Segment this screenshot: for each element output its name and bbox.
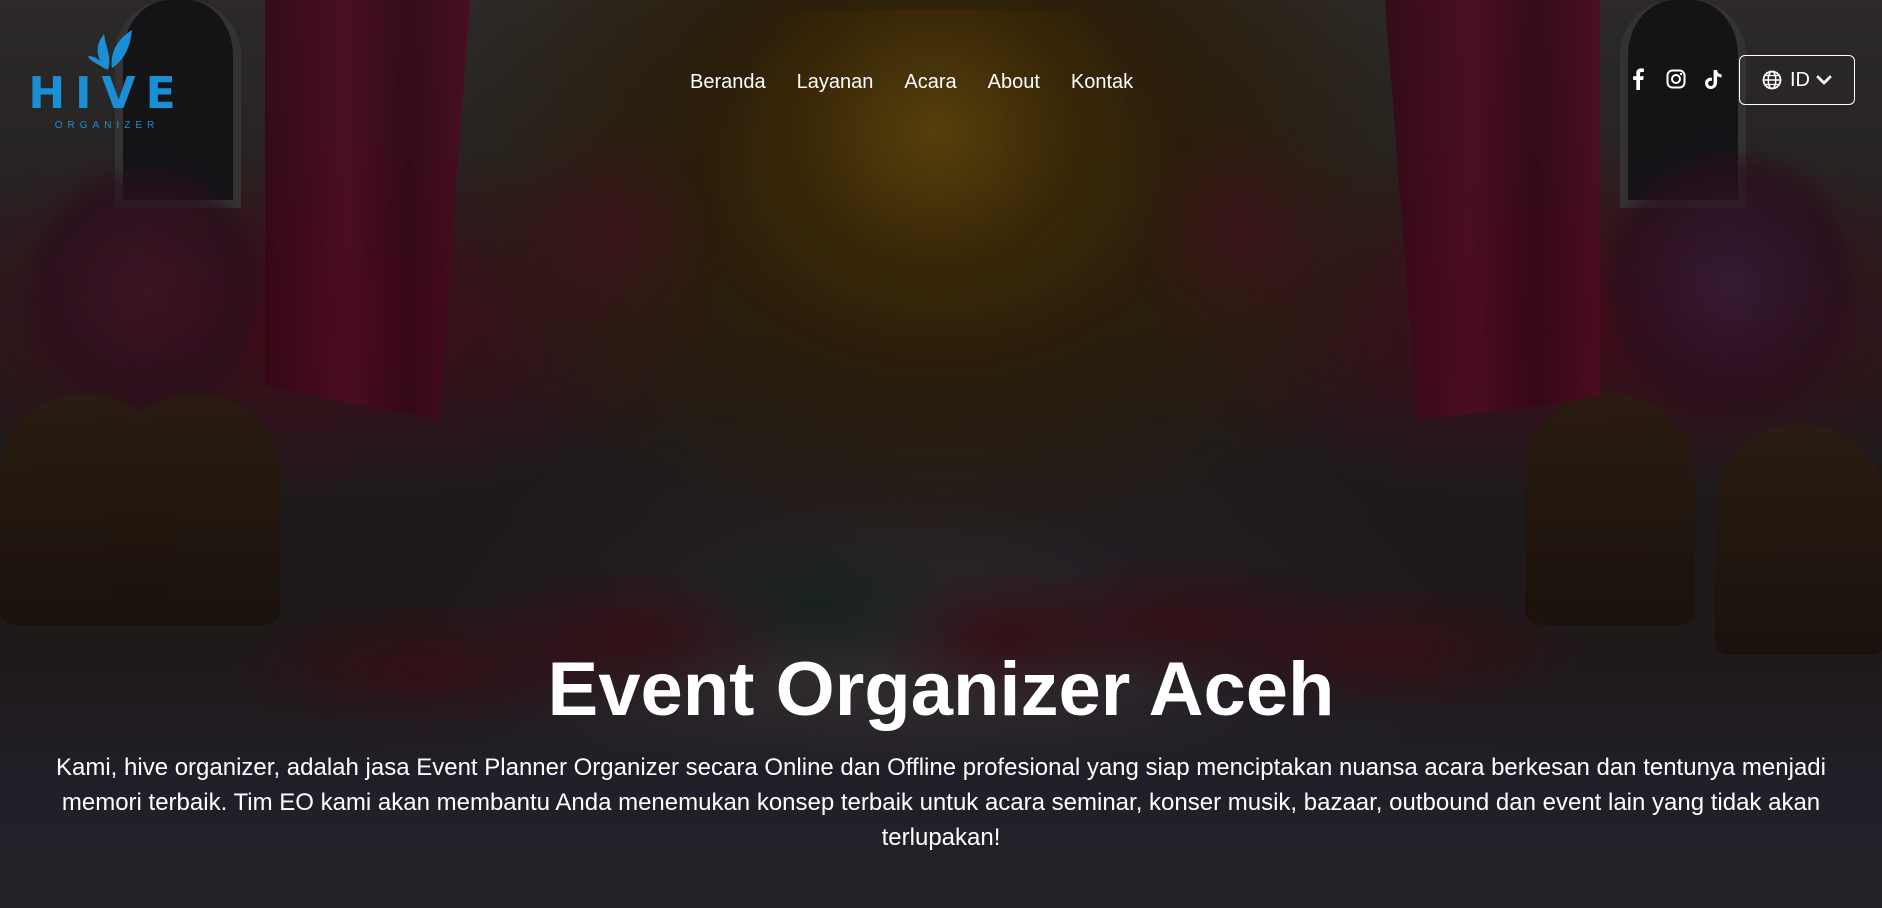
language-selector[interactable]: ID: [1739, 55, 1855, 105]
globe-icon: [1762, 70, 1782, 90]
logo-subtitle: ORGANIZER: [54, 120, 160, 131]
facebook-icon[interactable]: [1627, 68, 1649, 90]
hero-description: Kami, hive organizer, adalah jasa Event …: [56, 754, 1826, 851]
hero-section: HIVE ORGANIZER Beranda Layanan Acara Abo…: [0, 0, 1882, 908]
logo-wordmark: HIVE: [28, 68, 186, 119]
hive-leaf-logo-icon: [88, 30, 132, 70]
hero-title: Event Organizer Aceh: [547, 647, 1335, 732]
nav-link-about[interactable]: About: [988, 70, 1040, 94]
social-links: [1627, 68, 1741, 90]
chevron-down-icon: [1816, 75, 1832, 85]
nav-link-layanan[interactable]: Layanan: [797, 70, 874, 94]
main-navigation: Beranda Layanan Acara About Kontak: [690, 70, 1164, 94]
site-logo[interactable]: HIVE ORGANIZER: [24, 26, 190, 136]
nav-link-beranda[interactable]: Beranda: [690, 70, 766, 94]
nav-link-kontak[interactable]: Kontak: [1071, 70, 1133, 94]
language-code: ID: [1790, 68, 1810, 91]
nav-link-acara[interactable]: Acara: [904, 70, 956, 94]
instagram-icon[interactable]: [1665, 68, 1687, 90]
tiktok-icon[interactable]: [1703, 68, 1725, 90]
